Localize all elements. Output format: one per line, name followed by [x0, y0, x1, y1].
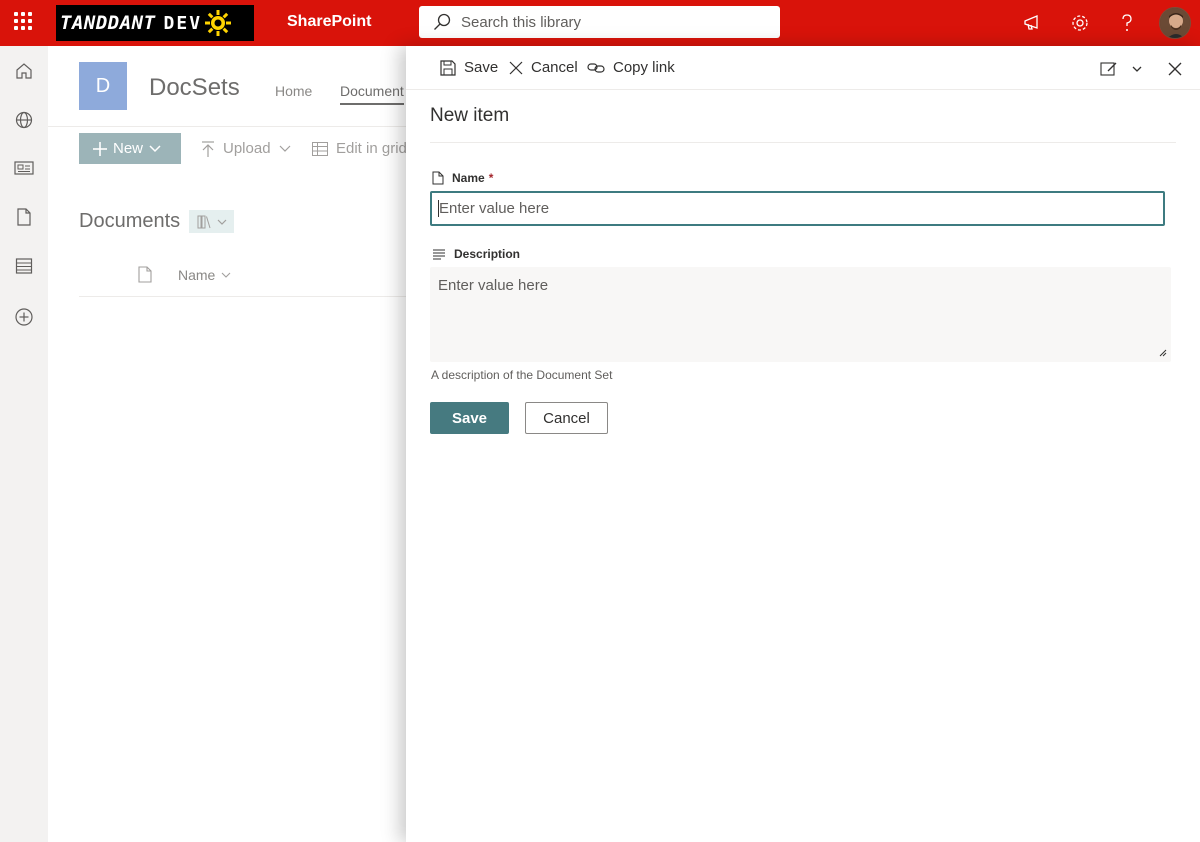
name-input[interactable]	[430, 191, 1165, 226]
panel-toolbar: Save Cancel Copy link	[406, 46, 1200, 90]
sun-icon	[205, 10, 232, 36]
chevron-down-icon[interactable]	[1128, 60, 1146, 78]
edit-form-icon[interactable]	[1100, 60, 1118, 78]
chevron-down-icon	[149, 144, 161, 152]
library-title: Documents	[79, 210, 181, 232]
required-marker: *	[488, 171, 494, 185]
description-help-text: A description of the Document Set	[431, 368, 613, 382]
description-field-label: Description	[432, 247, 520, 261]
avatar[interactable]	[1159, 7, 1191, 39]
new-item-panel: Save Cancel Copy link New item Name * De…	[406, 46, 1200, 842]
toolbar-cancel-label: Cancel	[531, 59, 578, 76]
text-lines-icon	[433, 249, 445, 260]
globe-icon[interactable]	[14, 110, 34, 130]
list-icon[interactable]	[14, 256, 34, 276]
file-type-header-icon[interactable]	[138, 266, 152, 283]
name-field-label: Name *	[432, 171, 493, 185]
description-label-text: Description	[454, 247, 521, 261]
copy-link-button[interactable]: Copy link	[587, 59, 675, 76]
panel-title-divider	[430, 142, 1176, 143]
link-icon	[587, 62, 605, 73]
cancel-button[interactable]: Cancel	[525, 402, 608, 434]
avatar-photo-icon	[1160, 8, 1190, 38]
document-icon	[432, 171, 444, 185]
new-button-label: New	[113, 140, 144, 157]
logo-suffix-text: DEV	[163, 12, 203, 34]
waffle-icon[interactable]	[14, 12, 34, 32]
copy-link-label: Copy link	[613, 59, 675, 76]
nav-link-home[interactable]: Home	[275, 83, 312, 99]
upload-label: Upload	[223, 140, 271, 157]
name-label-text: Name	[452, 171, 485, 185]
column-header-name[interactable]: Name	[178, 267, 231, 283]
resize-grip-icon[interactable]	[1159, 349, 1167, 357]
chevron-down-icon	[217, 219, 226, 225]
add-circle-icon[interactable]	[14, 307, 34, 327]
text-caret	[438, 200, 439, 217]
close-panel-icon[interactable]	[1166, 60, 1184, 78]
help-icon[interactable]	[1116, 12, 1138, 34]
suite-bar: TANDDANT DEV SharePoint Search this libr…	[0, 0, 1200, 46]
panel-title: New item	[430, 105, 510, 126]
description-input[interactable]	[430, 267, 1171, 362]
save-button[interactable]: Save	[430, 402, 509, 434]
new-button[interactable]: New	[79, 133, 181, 164]
toolbar-save-label: Save	[464, 59, 499, 76]
column-name-label: Name	[178, 267, 216, 283]
search-box[interactable]: Search this library	[419, 6, 780, 38]
upload-icon	[202, 140, 214, 157]
site-title[interactable]: DocSets	[149, 74, 240, 102]
site-logo[interactable]: D	[79, 62, 127, 110]
upload-button[interactable]: Upload	[201, 140, 291, 157]
library-view-button[interactable]	[189, 210, 234, 233]
gear-icon[interactable]	[1069, 12, 1091, 34]
search-placeholder: Search this library	[461, 13, 582, 31]
search-icon	[434, 13, 451, 30]
nav-link-documents[interactable]: Document	[340, 83, 404, 105]
home-icon[interactable]	[14, 61, 34, 81]
close-icon	[509, 61, 523, 74]
plus-icon	[93, 141, 107, 156]
logo-brand-text: TANDDANT	[60, 12, 156, 34]
org-logo[interactable]: TANDDANT DEV	[56, 5, 254, 41]
grid-icon	[312, 141, 328, 156]
document-icon[interactable]	[14, 207, 34, 227]
library-icon	[197, 215, 210, 228]
edit-in-grid-label: Edit in grid	[336, 140, 407, 157]
column-header-divider	[79, 296, 409, 297]
chevron-down-icon	[221, 272, 231, 278]
save-icon	[440, 59, 456, 76]
megaphone-icon[interactable]	[1022, 12, 1044, 34]
edit-in-grid-button[interactable]: Edit in grid	[312, 140, 407, 157]
toolbar-save-button[interactable]: Save	[440, 59, 498, 76]
news-icon[interactable]	[14, 158, 34, 178]
left-nav-rail	[0, 46, 48, 842]
app-name[interactable]: SharePoint	[287, 13, 371, 31]
toolbar-cancel-button[interactable]: Cancel	[509, 59, 578, 76]
chevron-down-icon	[279, 145, 290, 152]
